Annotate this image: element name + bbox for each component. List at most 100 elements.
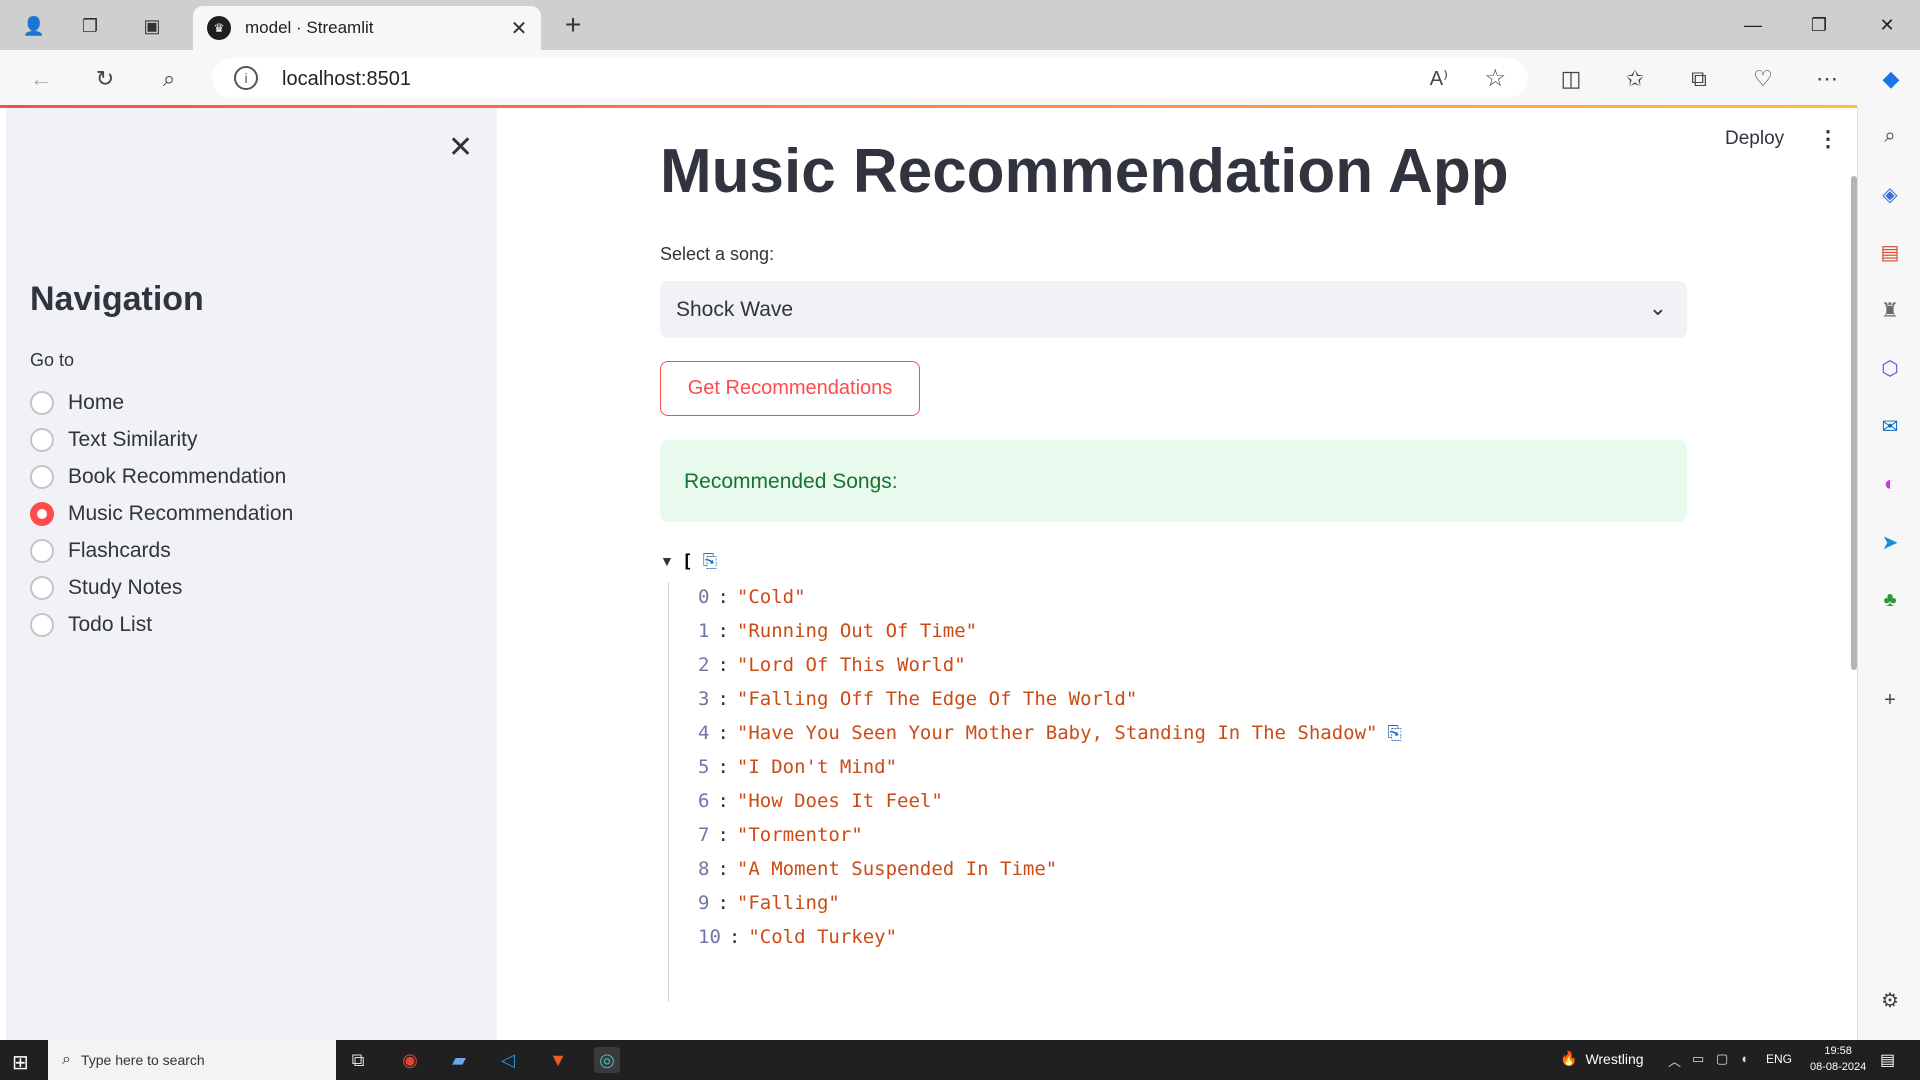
tray-chevron-icon[interactable]: ︿ xyxy=(1668,1051,1681,1070)
song-select[interactable]: Shock Wave ⌄ xyxy=(660,281,1687,338)
tab-actions-icon[interactable]: ▣ xyxy=(138,12,166,40)
json-index: 3 xyxy=(698,688,710,710)
radio-button[interactable] xyxy=(30,465,54,489)
radio-button[interactable] xyxy=(30,539,54,563)
close-sidebar-icon[interactable]: ✕ xyxy=(448,130,473,165)
designer-icon[interactable]: ◐ xyxy=(1876,470,1904,498)
tools-briefcase-icon[interactable]: ▤ xyxy=(1876,238,1904,266)
copy-icon[interactable]: ⎘ xyxy=(703,551,717,572)
json-row: 7: "Tormentor" xyxy=(698,824,863,846)
back-icon[interactable]: ← xyxy=(26,64,56,94)
app-icon[interactable]: ▰ xyxy=(446,1047,472,1073)
notifications-icon[interactable]: ▤ xyxy=(1880,1050,1895,1070)
microsoft365-icon[interactable]: ⬡ xyxy=(1876,354,1904,382)
url-text[interactable]: localhost:8501 xyxy=(282,68,411,91)
deploy-button[interactable]: Deploy xyxy=(1725,128,1784,150)
network-icon[interactable]: ▢ xyxy=(1716,1051,1728,1067)
json-string: "Have You Seen Your Mother Baby, Standin… xyxy=(736,722,1378,744)
taskbar-clock[interactable]: 19:58 08-08-2024 xyxy=(1810,1043,1866,1075)
minimize-icon[interactable]: — xyxy=(1736,10,1770,40)
radio-button-selected[interactable] xyxy=(30,502,54,526)
brave-icon[interactable]: ▼ xyxy=(545,1047,571,1073)
weather-widget[interactable]: 🔥 Wrestling xyxy=(1560,1050,1644,1067)
close-window-icon[interactable]: ✕ xyxy=(1870,10,1904,40)
page-title: Music Recommendation App xyxy=(660,137,1509,206)
sidebar-item-flashcards[interactable]: Flashcards xyxy=(30,536,171,566)
json-row: 10: "Cold Turkey" xyxy=(698,926,898,948)
windows-start-icon[interactable]: ⊞ xyxy=(12,1050,34,1074)
chevron-down-icon[interactable]: ⌄ xyxy=(1649,295,1667,321)
sidebar-item-todo-list[interactable]: Todo List xyxy=(30,610,152,640)
sidebar-heading: Navigation xyxy=(30,280,204,318)
battery-icon[interactable]: ▭ xyxy=(1692,1051,1704,1067)
address-bar[interactable]: i localhost:8501 A⁾ ☆ xyxy=(212,58,1528,98)
split-screen-icon[interactable]: ◫ xyxy=(1556,64,1586,94)
radio-group-label: Go to xyxy=(30,350,75,370)
restore-icon[interactable]: ❐ xyxy=(1802,10,1836,40)
browser-tab-bar: 👤 ❐ ▣ ♛ model · Streamlit ✕ + — ❐ ✕ xyxy=(0,0,1920,50)
favorites-icon[interactable]: ✩ xyxy=(1620,64,1650,94)
gear-icon[interactable]: ⚙ xyxy=(1876,986,1904,1014)
get-recommendations-button[interactable]: Get Recommendations xyxy=(660,361,920,416)
json-row: 1: "Running Out Of Time" xyxy=(698,620,978,642)
language-indicator[interactable]: ENG xyxy=(1766,1052,1792,1066)
taskbar-search[interactable]: ⌕ Type here to search xyxy=(48,1040,336,1080)
browser-essentials-icon[interactable]: ♡ xyxy=(1748,64,1778,94)
json-row: 2: "Lord Of This World" xyxy=(698,654,966,676)
radio-label: Todo List xyxy=(68,613,153,636)
sidebar: ✕ Navigation Go to Home Text Similarity … xyxy=(6,108,497,1040)
json-indent-guide xyxy=(668,582,669,1002)
browser-nav-bar: ← ↻ ⌕ i localhost:8501 A⁾ ☆ ◫ ✩ ⧉ ♡ ⋯ ◆ xyxy=(0,50,1920,106)
json-string: "Lord Of This World" xyxy=(736,654,966,676)
sidebar-item-text-similarity[interactable]: Text Similarity xyxy=(30,425,198,455)
main-menu-icon[interactable]: ⋮ xyxy=(1817,126,1839,152)
copy-icon[interactable]: ⎘ xyxy=(1388,723,1402,744)
json-string: "Cold" xyxy=(736,586,806,608)
copilot-icon[interactable]: ◆ xyxy=(1876,64,1906,94)
edge-sidebar: ⌕ ◈ ▤ ♜ ⬡ ✉ ◐ ➤ ♣ + ⚙ xyxy=(1857,106,1920,1040)
search-icon[interactable]: ⌕ xyxy=(1876,122,1904,150)
add-icon[interactable]: + xyxy=(1876,686,1904,714)
shopping-tag-icon[interactable]: ◈ xyxy=(1876,180,1904,208)
send-icon[interactable]: ➤ xyxy=(1876,528,1904,556)
edge-icon[interactable]: ◎ xyxy=(594,1047,620,1073)
games-icon[interactable]: ♜ xyxy=(1876,296,1904,324)
new-tab-icon[interactable]: + xyxy=(558,9,588,40)
sidebar-item-home[interactable]: Home xyxy=(30,388,124,418)
outlook-icon[interactable]: ✉ xyxy=(1876,412,1904,440)
task-view-icon[interactable]: ⧉ xyxy=(345,1047,371,1073)
radio-button[interactable] xyxy=(30,576,54,600)
radio-button[interactable] xyxy=(30,391,54,415)
profile-icon[interactable]: 👤 xyxy=(20,12,48,40)
vscode-icon[interactable]: ◁ xyxy=(495,1047,521,1073)
sidebar-item-book-recommendation[interactable]: Book Recommendation xyxy=(30,462,286,492)
success-text: Recommended Songs: xyxy=(684,470,898,493)
radio-label: Study Notes xyxy=(68,576,183,599)
json-string: "Cold Turkey" xyxy=(748,926,898,948)
radio-label: Book Recommendation xyxy=(68,465,287,488)
tree-icon[interactable]: ♣ xyxy=(1876,586,1904,614)
radio-button[interactable] xyxy=(30,613,54,637)
close-tab-icon[interactable]: ✕ xyxy=(505,14,533,42)
search-icon[interactable]: ⌕ xyxy=(154,64,184,94)
more-options-icon[interactable]: ⋯ xyxy=(1812,64,1842,94)
sidebar-item-study-notes[interactable]: Study Notes xyxy=(30,573,182,603)
radio-button[interactable] xyxy=(30,428,54,452)
collapse-caret-icon[interactable]: ▼ xyxy=(660,553,674,569)
weather-text: Wrestling xyxy=(1585,1050,1644,1067)
read-aloud-icon[interactable]: A⁾ xyxy=(1430,66,1448,91)
favorite-star-icon[interactable]: ☆ xyxy=(1484,64,1506,93)
chrome-icon[interactable]: ◉ xyxy=(397,1047,423,1073)
refresh-icon[interactable]: ↻ xyxy=(90,64,120,94)
browser-tab[interactable]: ♛ model · Streamlit ✕ xyxy=(193,6,541,50)
collections-icon[interactable]: ⧉ xyxy=(1684,64,1714,94)
sidebar-item-music-recommendation[interactable]: Music Recommendation xyxy=(30,499,293,529)
clock-time: 19:58 xyxy=(1824,1045,1852,1057)
json-string: "I Don't Mind" xyxy=(736,756,898,778)
select-value: Shock Wave xyxy=(676,298,794,321)
json-string: "Falling" xyxy=(736,892,840,914)
volume-icon[interactable]: ◖ xyxy=(1740,1051,1748,1066)
workspaces-icon[interactable]: ❐ xyxy=(76,12,104,40)
json-row: 8: "A Moment Suspended In Time" xyxy=(698,858,1058,880)
site-info-icon[interactable]: i xyxy=(234,66,258,90)
